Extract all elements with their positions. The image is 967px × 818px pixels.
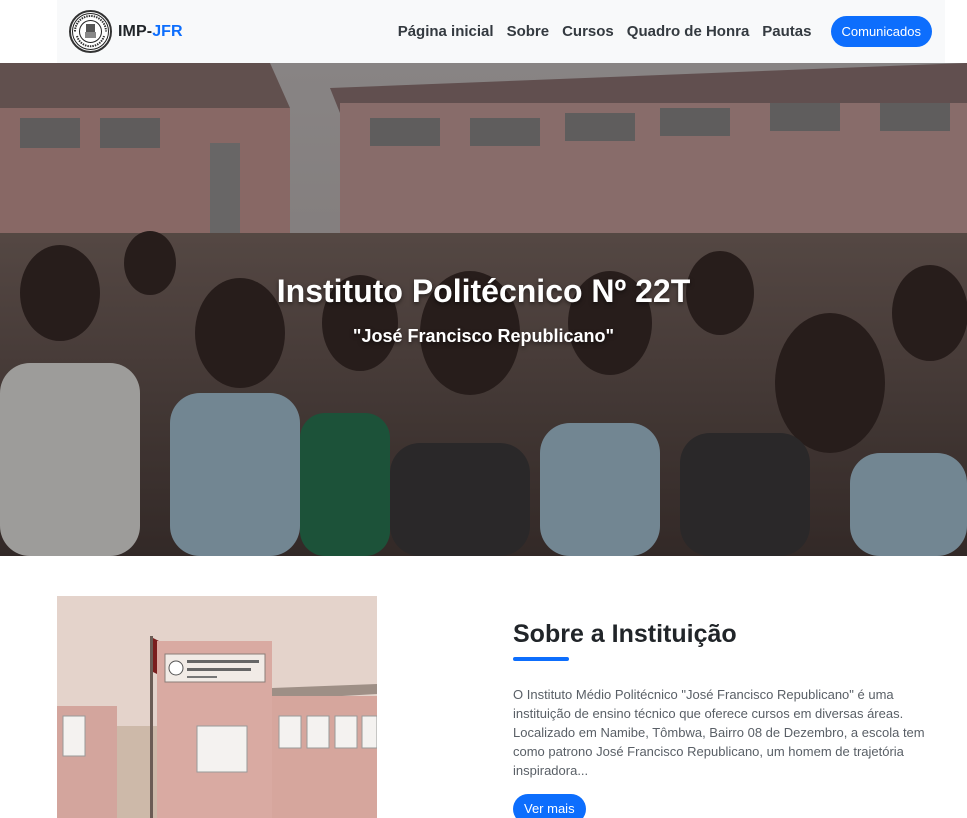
navbar: IMP-JFR Página inicial Sobre Cursos Quad…	[57, 0, 945, 63]
announcements-button[interactable]: Comunicados	[830, 16, 932, 47]
nav-link-grades[interactable]: Pautas	[762, 23, 811, 40]
nav-link-about[interactable]: Sobre	[507, 23, 550, 40]
read-more-button[interactable]: Ver mais	[513, 794, 586, 818]
hero-banner: Instituto Politécnico Nº 22T "José Franc…	[0, 63, 967, 556]
brand-prefix: IMP-	[118, 22, 153, 40]
brand[interactable]: IMP-JFR	[69, 10, 183, 53]
institution-building-photo	[57, 596, 377, 818]
brand-accent: JFR	[152, 22, 183, 40]
nav-link-courses[interactable]: Cursos	[562, 23, 614, 40]
school-logo-icon	[69, 10, 112, 53]
about-section-title: Sobre a Instituição	[513, 620, 737, 648]
title-underline	[513, 657, 569, 661]
nav-menu: Página inicial Sobre Cursos Quadro de Ho…	[385, 16, 932, 47]
nav-link-honor-roll[interactable]: Quadro de Honra	[627, 23, 750, 40]
brand-name: IMP-JFR	[118, 23, 183, 41]
hero-subtitle: "José Francisco Republicano"	[352, 326, 615, 346]
hero-title: Instituto Politécnico Nº 22T	[276, 273, 691, 309]
nav-link-home[interactable]: Página inicial	[398, 23, 494, 40]
about-description: O Instituto Médio Politécnico "José Fran…	[513, 687, 925, 778]
